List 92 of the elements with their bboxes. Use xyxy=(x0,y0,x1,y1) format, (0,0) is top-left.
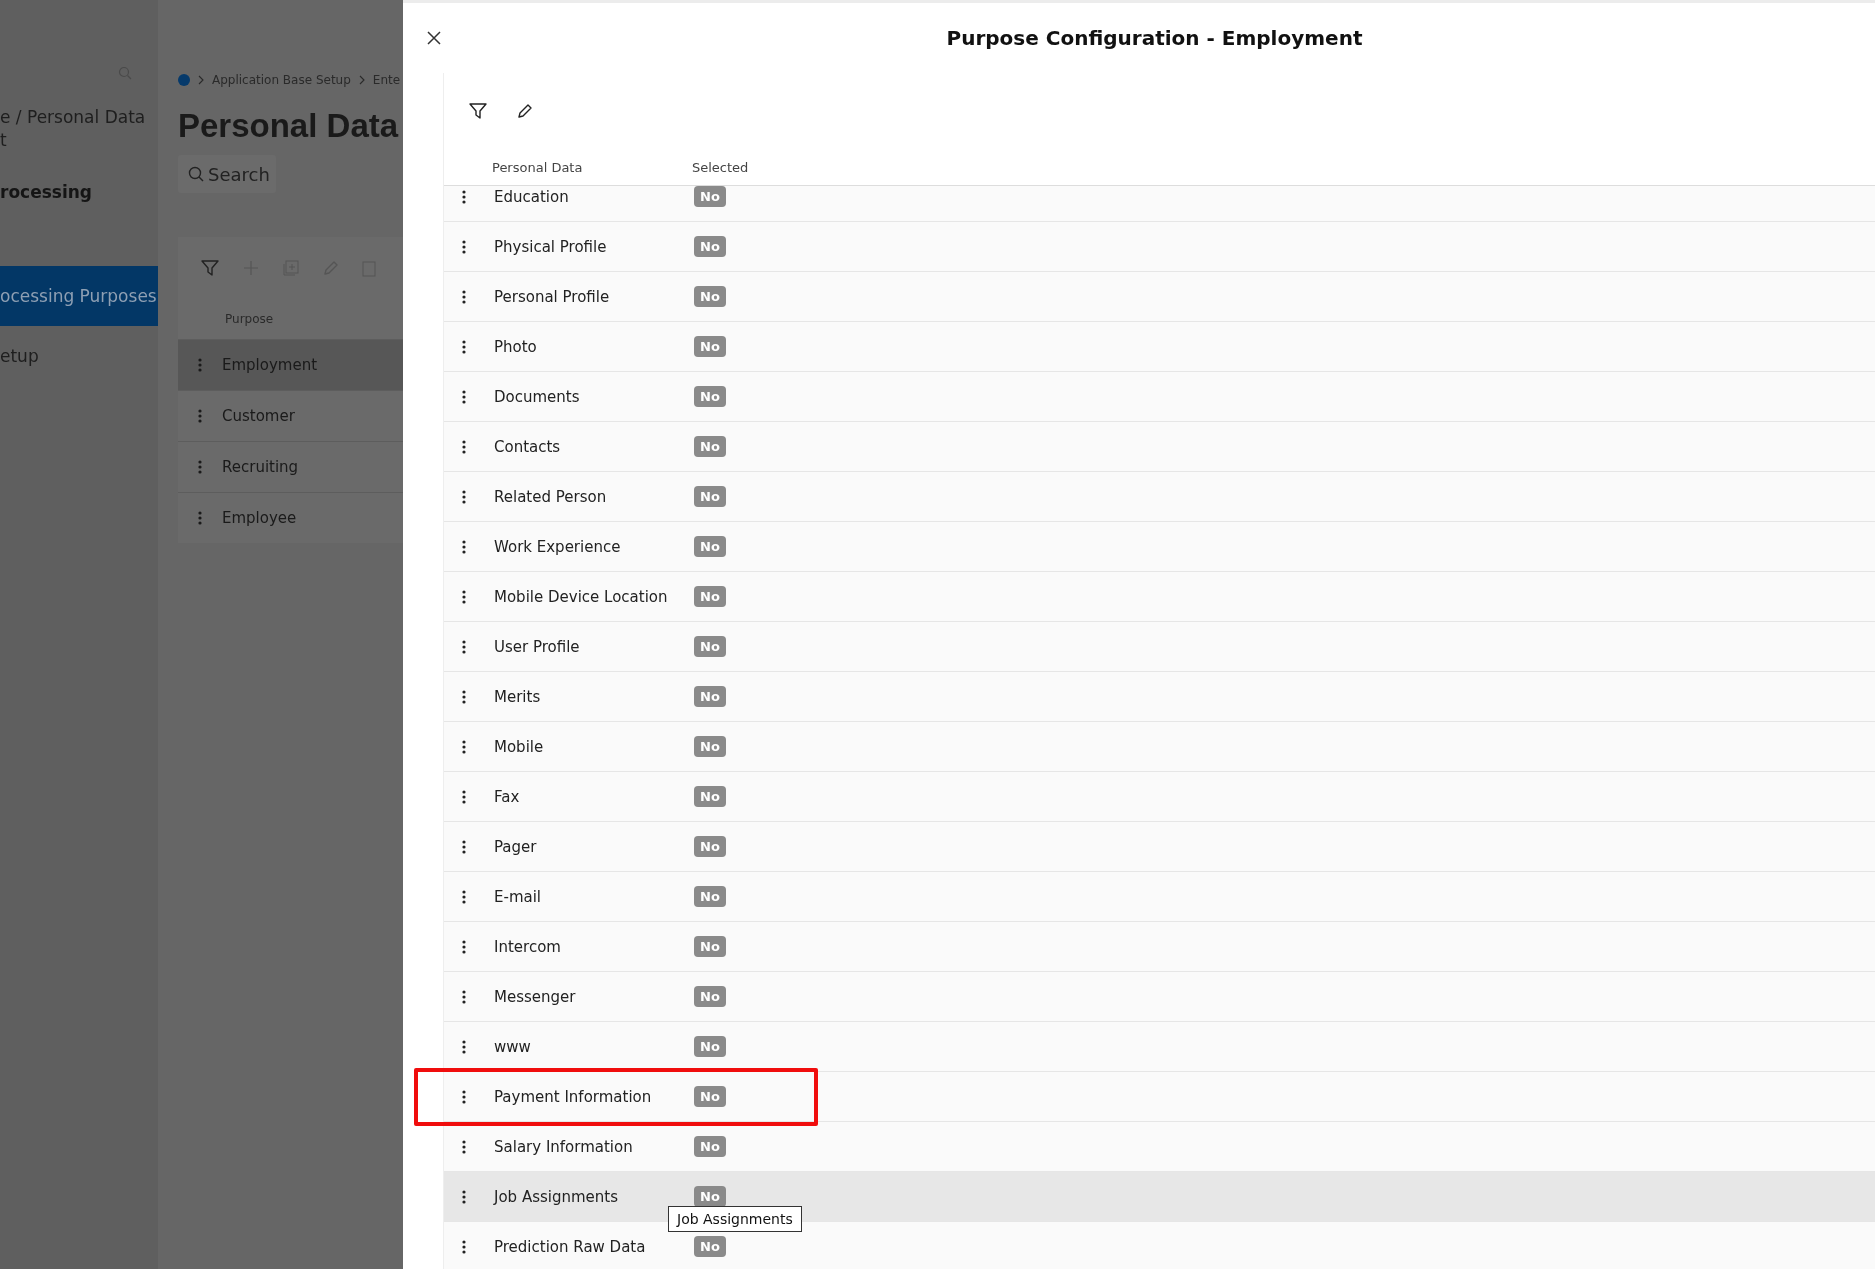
table-cell-text: Contacts xyxy=(494,437,562,456)
filter-button[interactable] xyxy=(468,101,488,121)
status-badge: No xyxy=(694,586,726,607)
search-icon xyxy=(188,166,204,182)
status-badge: No xyxy=(694,486,726,507)
page-title: Personal Data xyxy=(178,107,400,145)
edit-button[interactable] xyxy=(516,102,534,120)
dialog-title: Purpose Configuration - Employment xyxy=(945,26,1364,50)
tooltip: Job Assignments xyxy=(668,1206,802,1232)
table-cell-text: User Profile xyxy=(494,637,581,656)
table-cell-text: Mobile xyxy=(494,737,545,756)
status-badge: No xyxy=(694,1086,726,1107)
filter-icon xyxy=(200,258,220,278)
table-cell-text: Work Experience xyxy=(494,537,622,556)
status-badge: No xyxy=(694,636,726,657)
status-badge: No xyxy=(694,1036,726,1057)
status-badge: No xyxy=(694,736,726,757)
row-menu-button[interactable] xyxy=(462,188,466,205)
status-badge: No xyxy=(694,1186,726,1207)
column-header[interactable]: Personal Data xyxy=(492,159,692,175)
row-menu-button[interactable] xyxy=(462,1138,466,1155)
row-menu-button[interactable] xyxy=(462,988,466,1005)
row-menu-button[interactable] xyxy=(462,788,466,805)
table-cell-text: Merits xyxy=(494,687,542,706)
sidebar-heading: t xyxy=(0,129,8,152)
status-badge: No xyxy=(694,936,726,957)
status-badge: No xyxy=(694,236,726,257)
status-badge: No xyxy=(694,536,726,557)
row-menu-button[interactable] xyxy=(462,238,466,255)
table-cell-text: Education xyxy=(494,187,570,206)
more-icon xyxy=(198,511,202,525)
status-badge: No xyxy=(694,886,726,907)
row-menu-button[interactable] xyxy=(462,638,466,655)
sidebar-item[interactable]: ocessing Purposes xyxy=(0,266,158,326)
table-cell-text: Job Assignments xyxy=(494,1187,620,1206)
table-cell-text: Photo xyxy=(494,337,538,356)
column-header[interactable]: Selected xyxy=(692,159,792,175)
row-menu-button[interactable] xyxy=(462,1238,466,1255)
chevron-icon xyxy=(358,75,365,85)
status-badge: No xyxy=(694,1136,726,1157)
row-menu-button[interactable] xyxy=(462,838,466,855)
status-badge: No xyxy=(694,186,726,207)
status-badge: No xyxy=(694,686,726,707)
more-icon xyxy=(198,409,202,423)
row-menu-button[interactable] xyxy=(462,738,466,755)
table-cell-text: Salary Information xyxy=(494,1137,634,1156)
row-menu-button[interactable] xyxy=(462,538,466,555)
column-header: Purpose xyxy=(224,311,275,328)
row-menu-button[interactable] xyxy=(462,388,466,405)
table-cell-text: Intercom xyxy=(494,937,562,956)
row-menu-button[interactable] xyxy=(462,1188,466,1205)
row-menu-button[interactable] xyxy=(462,688,466,705)
row-menu-button[interactable] xyxy=(462,288,466,305)
status-badge: No xyxy=(694,1236,726,1257)
table-cell-text: E-mail xyxy=(494,887,543,906)
more-icon xyxy=(198,460,202,474)
row-menu-button[interactable] xyxy=(462,1038,466,1055)
sidebar-section: rocessing xyxy=(0,182,158,202)
table-cell-text: Fax xyxy=(494,787,521,806)
table-cell: Employee xyxy=(222,509,297,527)
table-cell-text: Messenger xyxy=(494,987,577,1006)
row-menu-button[interactable] xyxy=(462,588,466,605)
filter-icon xyxy=(468,101,488,121)
row-menu-button[interactable] xyxy=(462,338,466,355)
table-cell-text: Pager xyxy=(494,837,538,856)
row-menu-button[interactable] xyxy=(462,1088,466,1105)
more-icon xyxy=(198,358,202,372)
table-cell-text: Related Person xyxy=(494,487,608,506)
status-badge: No xyxy=(694,286,726,307)
table-cell-text: www xyxy=(494,1037,532,1056)
status-badge: No xyxy=(694,836,726,857)
table-cell: Recruiting xyxy=(222,458,299,476)
table-cell-text: Personal Profile xyxy=(494,287,611,306)
table-cell-text: Prediction Raw Data xyxy=(494,1237,647,1256)
edit-icon xyxy=(516,102,534,120)
row-menu-button[interactable] xyxy=(462,938,466,955)
sidebar-heading: e / Personal Data xyxy=(0,106,147,129)
chevron-icon xyxy=(198,75,204,85)
status-badge: No xyxy=(694,336,726,357)
table-cell-text: Documents xyxy=(494,387,581,406)
status-badge: No xyxy=(694,436,726,457)
table-cell: Employment xyxy=(222,356,318,374)
row-menu-button[interactable] xyxy=(462,438,466,455)
status-badge: No xyxy=(694,786,726,807)
table-cell: Customer xyxy=(222,407,295,425)
table-cell-text: Physical Profile xyxy=(494,237,608,256)
status-badge: No xyxy=(694,986,726,1007)
row-menu-button[interactable] xyxy=(462,888,466,905)
table-cell-text: Payment Information xyxy=(494,1087,653,1106)
table-cell-text: Mobile Device Location xyxy=(494,587,669,606)
row-menu-button[interactable] xyxy=(462,488,466,505)
status-badge: No xyxy=(694,386,726,407)
